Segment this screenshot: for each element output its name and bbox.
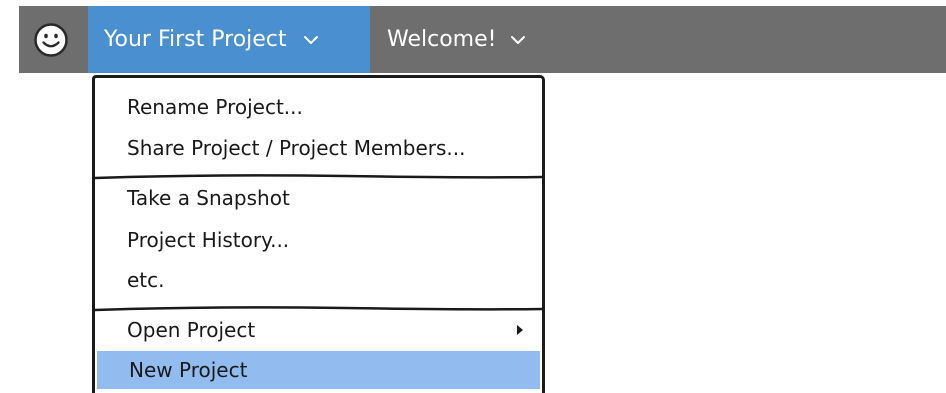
- menu-item-label: Rename Project...: [127, 95, 303, 119]
- chevron-down-icon: [511, 35, 526, 44]
- menu-item-label: New Project: [129, 358, 248, 382]
- app-window: Your First Project Welcome! Rename Proje…: [0, 0, 946, 393]
- menu-item-label: Open Project: [127, 318, 256, 342]
- tab-welcome[interactable]: Welcome!: [370, 6, 526, 73]
- tab-label: Your First Project: [104, 27, 287, 52]
- menu-item-label: Take a Snapshot: [127, 186, 290, 210]
- menu-item-etc[interactable]: etc.: [95, 261, 542, 299]
- top-navigation-bar: Your First Project Welcome!: [19, 6, 946, 73]
- menu-item-new-project[interactable]: New Project: [97, 351, 540, 389]
- menu-item-label: etc.: [127, 268, 165, 292]
- menu-item-share-project[interactable]: Share Project / Project Members...: [95, 129, 542, 167]
- menu-item-open-project[interactable]: Open Project: [95, 311, 542, 349]
- chevron-down-icon: [303, 35, 318, 44]
- tab-label: Welcome!: [387, 27, 497, 52]
- smiley-face-icon[interactable]: [33, 22, 69, 58]
- menu-item-rename-project[interactable]: Rename Project...: [95, 88, 542, 126]
- tab-your-first-project[interactable]: Your First Project: [88, 6, 370, 73]
- menu-item-take-snapshot[interactable]: Take a Snapshot: [95, 179, 542, 217]
- triangle-right-icon: [517, 325, 523, 335]
- menu-item-label: Project History...: [127, 228, 290, 252]
- menu-item-label: Share Project / Project Members...: [127, 136, 466, 160]
- project-dropdown-menu: Rename Project... Share Project / Projec…: [92, 75, 545, 393]
- menu-item-project-history[interactable]: Project History...: [95, 221, 542, 259]
